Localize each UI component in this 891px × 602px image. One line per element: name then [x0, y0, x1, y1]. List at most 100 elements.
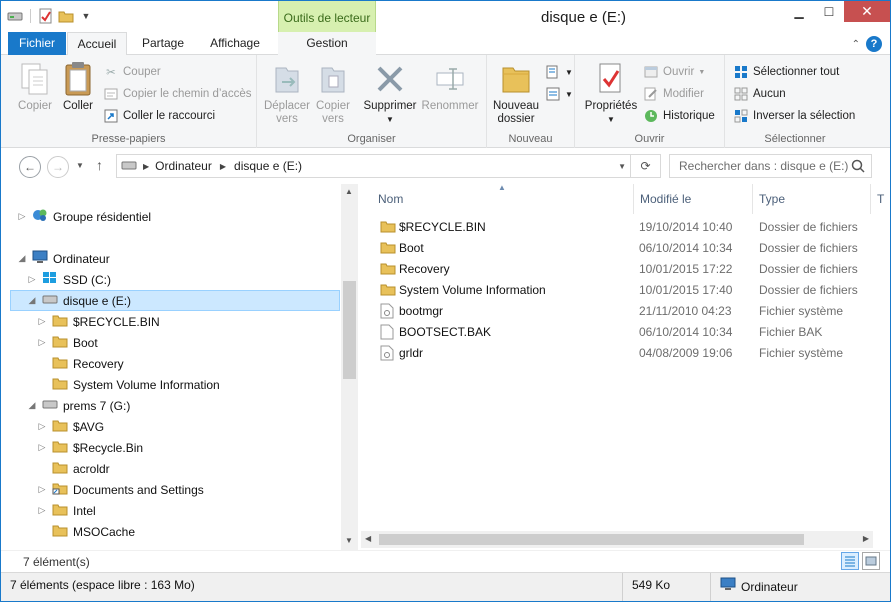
tree-item-computer[interactable]: ◢ Ordinateur [17, 248, 110, 269]
expand-arrow-icon[interactable]: ▷ [27, 274, 37, 285]
folder-icon [52, 418, 68, 435]
select-none-button[interactable]: Aucun [733, 86, 786, 102]
column-header-name[interactable]: Nom [372, 184, 634, 214]
help-icon[interactable]: ? [866, 36, 882, 52]
rename-button[interactable]: Renommer [421, 61, 479, 113]
details-view-button[interactable] [841, 552, 859, 570]
refresh-button[interactable]: ⟳ [631, 154, 661, 178]
status-size: 549 Ko [623, 573, 711, 601]
move-to-button[interactable]: Déplacer vers [263, 61, 311, 126]
properties-button[interactable]: Propriétés ▼ [583, 61, 639, 126]
breadcrumb-computer[interactable]: Ordinateur [155, 159, 212, 173]
collapse-arrow-icon[interactable]: ◢ [27, 295, 37, 306]
tree-item-g-child[interactable]: ▷ Intel [37, 500, 96, 521]
tree-item-g-child[interactable]: ▷ Documents and Settings [37, 479, 204, 500]
nav-scrollbar[interactable]: ▲ ▼ [341, 184, 358, 550]
expand-arrow-icon[interactable]: ▷ [17, 211, 27, 222]
properties-check-icon[interactable] [38, 8, 54, 24]
tree-item-drive-g[interactable]: ◢ prems 7 (G:) [27, 395, 131, 416]
expand-arrow-icon[interactable]: ▷ [37, 505, 47, 516]
drive-icon[interactable] [7, 8, 23, 24]
expand-arrow-icon[interactable]: ▷ [37, 421, 47, 432]
scroll-up-icon[interactable]: ▲ [345, 187, 353, 196]
tree-item-g-child[interactable]: acroldr [37, 458, 110, 479]
tree-item-e-child[interactable]: System Volume Information [37, 374, 220, 395]
collapse-ribbon-icon[interactable]: ⌃ [852, 39, 860, 50]
tree-item-drive-e[interactable]: ◢ disque e (E:) [10, 290, 340, 311]
tree-item-e-child[interactable]: ▷ Boot [37, 332, 98, 353]
new-folder-button[interactable]: Nouveau dossier [491, 61, 541, 126]
maximize-button[interactable]: ☐ [814, 1, 844, 22]
up-arrow-icon[interactable]: ↑ [96, 157, 103, 173]
hscroll-thumb[interactable] [379, 534, 804, 545]
tab-file[interactable]: Fichier [8, 32, 66, 55]
open-button[interactable]: Ouvrir ▼ [643, 64, 705, 80]
invert-selection-button[interactable]: Inverser la sélection [733, 108, 855, 124]
collapse-arrow-icon[interactable]: ◢ [27, 400, 37, 411]
tree-item-g-child[interactable]: MSOCache [37, 521, 135, 542]
file-row[interactable]: grldr 04/08/2009 19:06 Fichier système [372, 342, 872, 363]
status-summary: 7 éléments (espace libre : 163 Mo) [1, 573, 623, 601]
expand-arrow-icon[interactable]: ▷ [37, 337, 47, 348]
file-row[interactable]: BOOTSECT.BAK 06/10/2014 10:34 Fichier BA… [372, 321, 872, 342]
paste-shortcut-button[interactable]: Coller le raccourci [103, 108, 215, 124]
large-icons-view-button[interactable] [862, 552, 880, 570]
collapse-arrow-icon[interactable]: ◢ [17, 253, 27, 264]
search-box[interactable]: Rechercher dans : disque e (E:) [669, 154, 872, 178]
minimize-button[interactable]: ▁ [784, 1, 814, 22]
close-button[interactable]: ✕ [844, 1, 890, 22]
column-header-type[interactable]: Type [753, 184, 871, 214]
tab-home[interactable]: Accueil [67, 32, 127, 56]
new-folder-icon[interactable] [58, 8, 74, 24]
edit-button[interactable]: Modifier [643, 86, 704, 102]
scroll-right-icon[interactable]: ▶ [863, 534, 869, 543]
new-item-button[interactable]: ▼ [545, 64, 573, 80]
customize-qat-icon[interactable]: ▼ [78, 8, 94, 24]
new-item-dropdown-icon: ▼ [565, 67, 573, 77]
rename-label: Renommer [421, 100, 479, 112]
file-row[interactable]: Recovery 10/01/2015 17:22 Dossier de fic… [372, 258, 872, 279]
back-button[interactable]: ← [19, 156, 41, 178]
breadcrumb-drive[interactable]: disque e (E:) [234, 159, 302, 173]
paste-button[interactable]: Coller [59, 61, 97, 113]
cut-button[interactable]: ✂ Couper [103, 64, 161, 80]
tree-item-e-child[interactable]: ▷ $RECYCLE.BIN [37, 311, 160, 332]
expand-arrow-icon[interactable]: ▷ [37, 316, 47, 327]
scroll-down-icon[interactable]: ▼ [345, 536, 353, 545]
delete-button[interactable]: Supprimer ▼ [361, 61, 419, 126]
tree-item-g-child[interactable]: ▷ $AVG [37, 416, 105, 437]
copy-path-button[interactable]: Copier le chemin d’accès [103, 86, 251, 102]
tab-share[interactable]: Partage [133, 32, 193, 55]
tree-item-ssd[interactable]: ▷ SSD (C:) [27, 269, 111, 290]
tree-item-g-child[interactable]: ▷ $Recycle.Bin [37, 437, 144, 458]
column-header-modified[interactable]: Modifié le [634, 184, 753, 214]
forward-button[interactable]: → [47, 156, 69, 178]
scroll-left-icon[interactable]: ◀ [365, 534, 371, 543]
delete-dropdown-icon[interactable]: ▼ [386, 113, 394, 126]
copy-to-button[interactable]: Copier vers [313, 61, 353, 126]
select-all-button[interactable]: Sélectionner tout [733, 64, 839, 80]
tab-view[interactable]: Affichage [201, 32, 269, 55]
properties-dropdown-icon[interactable]: ▼ [607, 113, 615, 126]
column-header-extra[interactable]: T [871, 184, 890, 214]
recent-locations-icon[interactable]: ▼ [76, 161, 84, 170]
expand-arrow-icon[interactable]: ▷ [37, 484, 47, 495]
group-new: Nouveau dossier ▼ ▼ Nouveau [487, 55, 575, 148]
file-list-hscrollbar[interactable]: ◀ ▶ [361, 531, 873, 548]
address-dropdown-icon[interactable]: ▼ [618, 162, 626, 171]
copy-button[interactable]: Copier [13, 61, 57, 113]
history-button[interactable]: Historique [643, 108, 715, 124]
tab-manage[interactable]: Gestion [278, 32, 376, 55]
file-row[interactable]: Boot 06/10/2014 10:34 Dossier de fichier… [372, 237, 872, 258]
tree-item-homegroup[interactable]: ▷ Groupe résidentiel [17, 206, 151, 227]
file-row[interactable]: bootmgr 21/11/2010 04:23 Fichier système [372, 300, 872, 321]
address-drive-icon [121, 159, 137, 174]
expand-arrow-icon[interactable]: ▷ [37, 442, 47, 453]
nav-scroll-thumb[interactable] [343, 281, 356, 379]
file-row[interactable]: System Volume Information 10/01/2015 17:… [372, 279, 872, 300]
address-bar[interactable]: ▶ Ordinateur ▶ disque e (E:) ▼ [116, 154, 631, 178]
properties-icon [594, 61, 628, 97]
easy-access-button[interactable]: ▼ [545, 86, 573, 102]
tree-item-e-child[interactable]: Recovery [37, 353, 124, 374]
file-row[interactable]: $RECYCLE.BIN 19/10/2014 10:40 Dossier de… [372, 216, 872, 237]
